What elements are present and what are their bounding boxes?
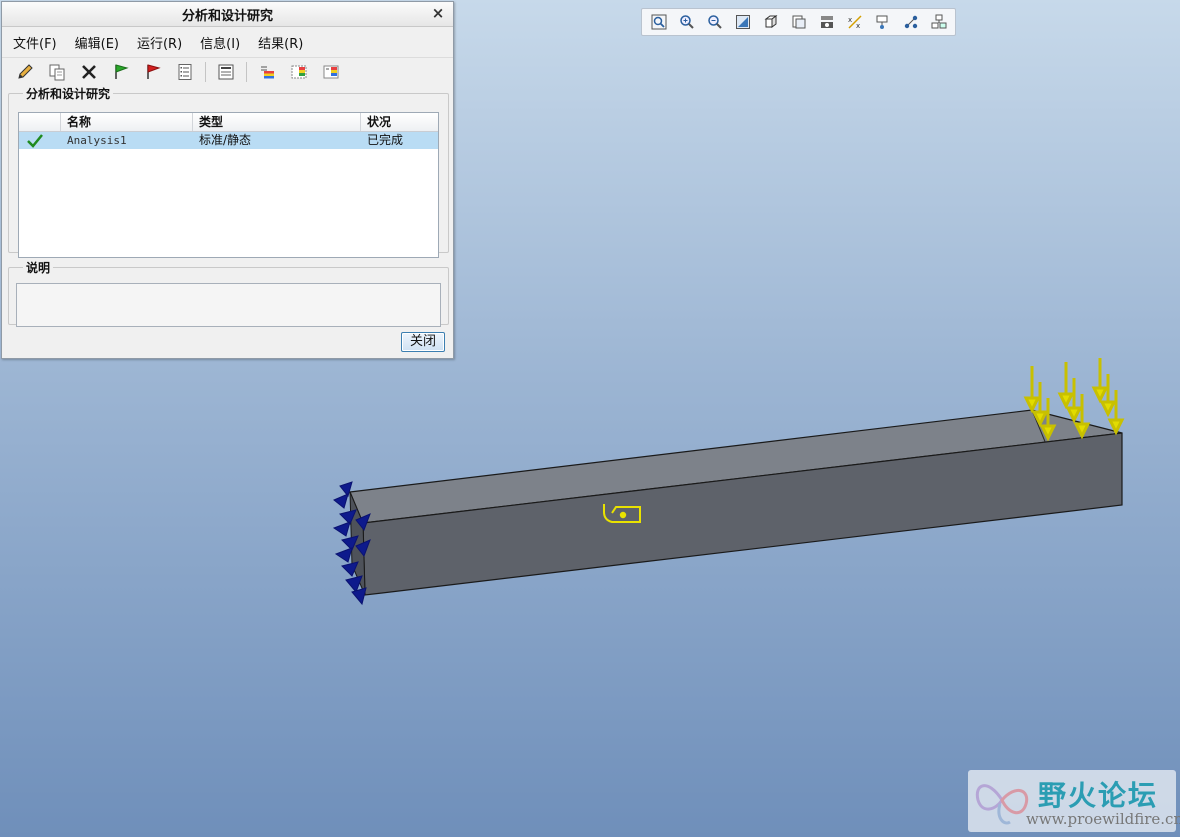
menu-bar: 文件(F) 编辑(E) 运行(R) 信息(I) 结果(R)	[2, 27, 453, 57]
display-style-icon[interactable]	[813, 10, 840, 34]
red-flag-icon[interactable]	[138, 58, 168, 86]
menu-edit[interactable]: 编辑(E)	[68, 30, 126, 55]
zoom-out-icon[interactable]	[701, 10, 728, 34]
zoom-in-icon[interactable]	[673, 10, 700, 34]
results-alt-icon[interactable]	[284, 58, 314, 86]
zoom-fit-icon[interactable]	[645, 10, 672, 34]
mesh-icon[interactable]	[925, 10, 952, 34]
table-header: 名称 类型 状况	[19, 113, 438, 132]
svg-text:x: x	[848, 16, 852, 24]
results-export-icon[interactable]	[316, 58, 346, 86]
graphics-toolbar: xx	[641, 8, 956, 36]
column-header-type[interactable]: 类型	[193, 113, 361, 131]
delete-icon[interactable]	[74, 58, 104, 86]
menu-results[interactable]: 结果(R)	[251, 30, 310, 55]
close-button[interactable]: 关闭	[401, 332, 445, 352]
cell-type: 标准/静态	[199, 133, 252, 147]
description-group-label: 说明	[26, 261, 51, 275]
spin-center-icon[interactable]	[869, 10, 896, 34]
copy-icon[interactable]	[42, 58, 72, 86]
dialog-toolbar	[2, 57, 453, 86]
csys-icon[interactable]	[897, 10, 924, 34]
cell-status: 已完成	[367, 133, 404, 147]
analysis-dialog: 分析和设计研究 × 文件(F) 编辑(E) 运行(R) 信息(I) 结果(R)	[1, 1, 454, 359]
menu-info[interactable]: 信息(I)	[193, 30, 247, 55]
cell-name: Analysis1	[67, 134, 127, 147]
saved-views-icon[interactable]	[785, 10, 812, 34]
menu-file[interactable]: 文件(F)	[6, 30, 64, 55]
dialog-titlebar[interactable]: 分析和设计研究 ×	[2, 2, 453, 27]
checklist-icon[interactable]	[170, 58, 200, 86]
column-header-name[interactable]: 名称	[61, 113, 193, 131]
watermark-url: www.proewildfire.cn	[1026, 810, 1180, 828]
toolbar-separator	[205, 62, 206, 82]
analysis-table: 名称 类型 状况 Analysis1 标准/静态 已完成	[18, 112, 439, 258]
description-field[interactable]	[16, 283, 441, 327]
analysis-group-label: 分析和设计研究	[26, 87, 111, 101]
forum-watermark: 野火论坛 www.proewildfire.cn	[968, 770, 1180, 832]
svg-text:x: x	[856, 22, 860, 30]
repaint-icon[interactable]	[729, 10, 756, 34]
view-orientation-icon[interactable]	[757, 10, 784, 34]
check-icon	[19, 132, 61, 149]
green-flag-icon[interactable]	[106, 58, 136, 86]
table-row[interactable]: Analysis1 标准/静态 已完成	[19, 132, 438, 149]
close-icon[interactable]: ×	[431, 5, 445, 21]
analysis-group: 分析和设计研究 名称 类型 状况 Analysis1 标准/静态 已完成	[8, 85, 449, 258]
column-header-status[interactable]: 状况	[361, 113, 438, 131]
datum-display-icon[interactable]: xx	[841, 10, 868, 34]
toolbar-separator	[246, 62, 247, 82]
info-icon[interactable]	[211, 58, 241, 86]
watermark-title: 野火论坛	[1038, 779, 1159, 812]
menu-run[interactable]: 运行(R)	[130, 30, 189, 55]
butterfly-logo-icon	[975, 784, 1029, 825]
pencil-icon[interactable]	[10, 58, 40, 86]
description-group: 说明	[8, 259, 449, 327]
results-icon[interactable]	[252, 58, 282, 86]
column-header-icon[interactable]	[19, 113, 61, 131]
dialog-title: 分析和设计研究	[181, 8, 273, 24]
